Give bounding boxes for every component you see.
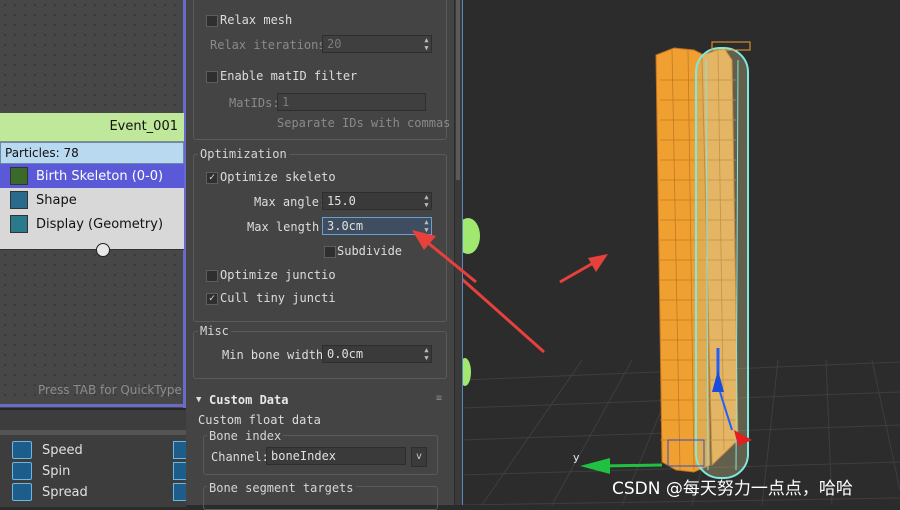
channel-label: Channel: (211, 450, 269, 464)
operator-label: Birth Skeleton (0-0) (36, 168, 164, 184)
rollout-grip-icon[interactable]: ≡ (436, 393, 442, 404)
matids-hint: Separate IDs with commas (277, 116, 451, 130)
operator-label: Display (Geometry) (36, 216, 164, 232)
spin-icon (12, 462, 32, 480)
event-node[interactable]: Event_001 Particles: 78 Birth Skeleton (… (0, 113, 184, 249)
quicktype-hint: Press TAB for QuickType (38, 383, 182, 397)
depot-item-label: Spread (42, 484, 88, 500)
display-icon (10, 215, 28, 233)
max-length-label: Max length: (247, 220, 327, 234)
particle-count: Particles: 78 (0, 142, 184, 164)
min-bone-width-field[interactable]: 0.0cm (322, 345, 432, 363)
event-output-connector[interactable] (96, 243, 110, 257)
operator-birth-skeleton[interactable]: Birth Skeleton (0-0) (0, 164, 184, 188)
spread-icon (12, 483, 32, 501)
misc-title: Misc (198, 324, 231, 338)
relax-mesh-checkbox[interactable] (206, 15, 218, 27)
optimize-junctions-checkbox[interactable] (206, 270, 218, 282)
green-mesh-fragment (462, 358, 471, 386)
operator-label: Shape (36, 192, 77, 208)
birth-skeleton-icon (10, 167, 28, 185)
operator-shape[interactable]: Shape (0, 188, 184, 212)
channel-field[interactable]: boneIndex (266, 447, 406, 465)
relax-mesh-label: Relax mesh (220, 13, 293, 27)
axis-y-label: y (573, 451, 580, 464)
perspective-viewport[interactable] (462, 0, 900, 505)
speed-icon (12, 441, 32, 459)
subdivide-checkbox[interactable] (324, 246, 336, 258)
viewport-scene (462, 41, 900, 505)
optimization-title: Optimization (198, 147, 289, 161)
min-bone-width-label: Min bone width: (222, 348, 331, 362)
depot-operator-icon[interactable] (173, 441, 187, 459)
max-angle-field[interactable]: 15.0 (322, 192, 432, 210)
depot-operator-icon[interactable] (173, 483, 187, 501)
custom-float-label: Custom float data (198, 413, 321, 427)
custom-data-title[interactable]: Custom Data (209, 393, 288, 407)
bone-index-title: Bone index (207, 429, 284, 443)
matids-label: MatIDs: (229, 96, 280, 110)
watermark-text: CSDN @每天努力一点点，哈哈 (612, 479, 853, 499)
channel-dropdown-button[interactable]: v (411, 447, 427, 467)
particle-view-border-bottom (0, 404, 186, 407)
depot-item-label: Speed (42, 442, 83, 458)
bone-segment-title: Bone segment targets (207, 481, 356, 495)
depot-operator-icon[interactable] (173, 462, 187, 480)
depot-item-spread[interactable]: Spread (12, 482, 88, 502)
subdivide-label: Subdivide (337, 244, 403, 258)
annotation-arrows (462, 254, 608, 354)
relax-iterations-field[interactable]: 20 (322, 35, 432, 53)
max-angle-label: Max angle: (254, 195, 327, 209)
optimize-junctions-label: Optimize junctio (220, 268, 336, 282)
matid-filter-checkbox[interactable] (206, 71, 218, 83)
rollout-collapse-icon[interactable]: ▼ (196, 395, 201, 405)
cull-tiny-junctions-label: Cull tiny juncti (220, 291, 336, 305)
operator-display[interactable]: Display (Geometry) (0, 212, 184, 236)
optimize-skeleton-label: Optimize skeleto (220, 170, 336, 184)
event-wire (0, 249, 184, 250)
relax-iterations-label: Relax iterations: (210, 38, 333, 52)
parameters-scroll-thumb[interactable] (456, 0, 460, 180)
event-title[interactable]: Event_001 (0, 113, 184, 142)
depot-item-speed[interactable]: Speed (12, 440, 83, 460)
min-bone-width-spinner[interactable]: ▲ ▼ (422, 346, 431, 362)
depot-splitter[interactable] (0, 430, 186, 435)
depot-item-spin[interactable]: Spin (12, 461, 70, 481)
shape-icon (10, 191, 28, 209)
relax-iterations-spinner[interactable]: ▲ ▼ (422, 36, 431, 52)
matid-filter-label: Enable matID filter (220, 69, 358, 83)
cull-tiny-junctions-checkbox[interactable]: ✓ (206, 293, 218, 305)
optimize-skeleton-checkbox[interactable]: ✓ (206, 172, 218, 184)
max-angle-spinner[interactable]: ▲ ▼ (422, 193, 431, 209)
depot-item-label: Spin (42, 463, 71, 479)
annotation-arrow-head (412, 230, 477, 284)
matids-field[interactable]: 1 (277, 93, 426, 111)
selected-cylinder (695, 41, 751, 479)
